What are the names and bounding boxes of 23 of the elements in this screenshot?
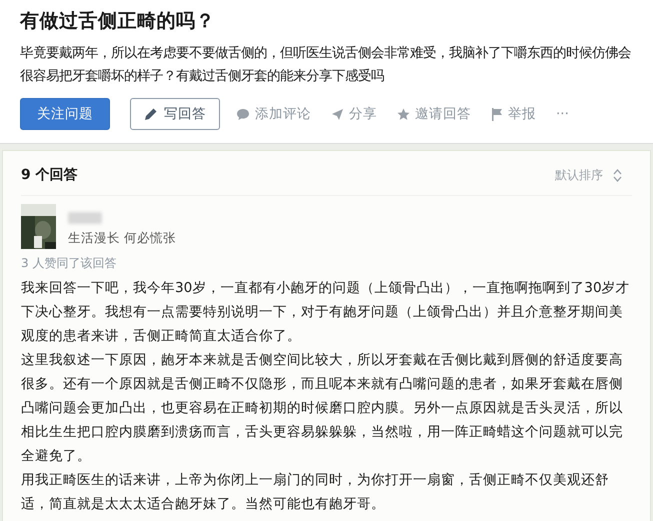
report-button[interactable]: 举报 bbox=[491, 105, 536, 123]
answer-count: 9 个回答 bbox=[21, 166, 78, 184]
star-icon bbox=[397, 108, 410, 120]
invite-button[interactable]: 邀请回答 bbox=[397, 105, 471, 123]
share-button[interactable]: 分享 bbox=[331, 105, 377, 123]
vote-count: 3 人赞同了该回答 bbox=[21, 255, 118, 272]
author-bio: 生活漫长 何必慌张 bbox=[68, 230, 176, 247]
question-description: 毕竟要戴两年，所以在考虑要不要做舌侧的，但听医生说舌侧会非常难受，我脑补了下嚼东西的时候仿佛会很容易把牙套嚼坏的样子？有戴过舌侧牙套的能来分享下感受吗 bbox=[20, 44, 632, 86]
follow-button[interactable]: 关注问题 bbox=[20, 98, 110, 130]
comment-button[interactable]: 添加评论 bbox=[236, 105, 311, 123]
answer-paragraph: 用我正畸医生的话来讲，上帝为你闭上一扇门的同时，为你打开一扇窗，舌侧正畸不仅美观还舒适，简直就是太太太适合龅牙妹了。当然可能也有龅牙哥。 bbox=[21, 471, 610, 514]
sort-dropdown[interactable]: 默认排序 bbox=[555, 166, 632, 184]
pencil-icon bbox=[144, 107, 158, 121]
write-answer-button[interactable]: 写回答 bbox=[130, 98, 220, 130]
question-title: 有做过舌侧正畸的吗？ bbox=[20, 9, 216, 34]
answer-paragraph: 这里我叙述一下原因，龅牙本来就是舌侧空间比较大，所以牙套戴在舌侧比戴到唇侧的舒适度要高很多。还有一个原因就是舌侧正畸不仅隐形，而且呢本来就有凸嘴问题的患者，如果牙套戴在唇侧凸嘴问题会更加凸出，也更容易在正畸初期的时候磨口腔内膜。另外一点原因就是舌头灵活，所以相比生生把口腔内膜磨到溃疡而言，舌头更容易躲躲躲，当然啦，用一阵正畸蜡这个问题就可以完全避免了。 bbox=[21, 351, 624, 466]
send-icon bbox=[331, 108, 344, 120]
flag-icon bbox=[491, 108, 503, 120]
comment-icon bbox=[236, 108, 250, 120]
blurred-username bbox=[68, 212, 102, 224]
answer-paragraph: 我来回答一下吧，我今年30岁，一直都有小龅牙的问题（上颌骨凸出），一直拖啊拖啊到了30岁才下决心整牙。我想有一点需要特别说明一下，对于有龅牙问题（上颌骨凸出）并且介意整牙期间美观度的患者来讲，舌侧正畸简直太适合你了。 bbox=[21, 279, 631, 346]
more-button[interactable]: ··· bbox=[556, 106, 569, 122]
up-down-icon bbox=[613, 168, 622, 182]
